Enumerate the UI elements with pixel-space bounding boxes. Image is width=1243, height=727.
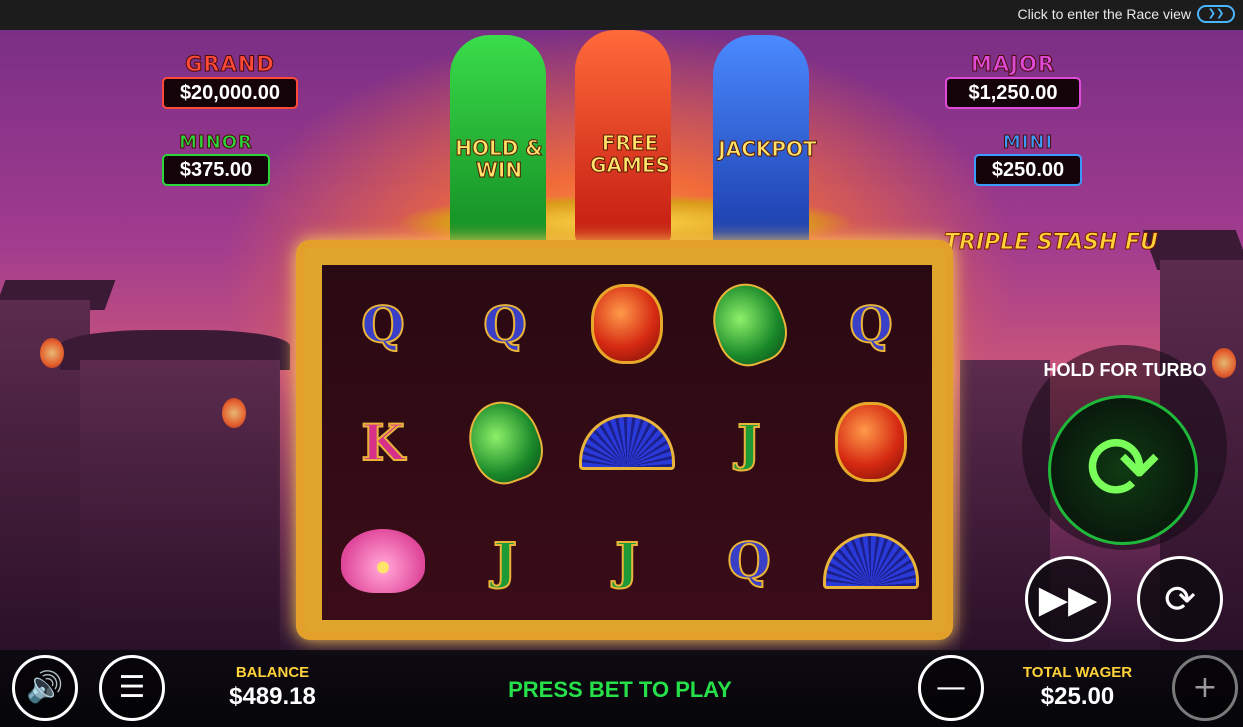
menu-button[interactable]: ☰ (99, 655, 165, 721)
jackpot-grand-value: $20,000.00 (162, 77, 298, 109)
lantern-icon (835, 402, 907, 483)
reel-cell (810, 383, 932, 501)
speaker-icon: 🔊 (26, 670, 64, 705)
reel-cell (566, 383, 688, 501)
jackpot-major-title: MAJOR (971, 52, 1055, 77)
minus-icon: — (936, 670, 966, 705)
jackpot-major-value: $1,250.00 (945, 77, 1081, 109)
reel-cell (444, 383, 566, 501)
fan-icon (823, 532, 919, 589)
sound-button[interactable]: 🔊 (12, 655, 78, 721)
double-chevron-right-icon[interactable]: ❯❯ (1197, 5, 1235, 23)
lantern-decoration (222, 398, 246, 428)
fast-forward-icon: ▶▶ (1038, 577, 1098, 621)
jackpot-label: JACKPOT (718, 137, 817, 161)
symbol-j: J (736, 412, 762, 473)
free-games-label: FREE GAMES (590, 131, 671, 177)
jackpot-major: MAJOR $1,250.00 (945, 52, 1081, 109)
symbol-q: Q (848, 294, 894, 355)
symbol-j: J (614, 530, 640, 591)
refresh-icon: ⟳ (1085, 416, 1161, 521)
spin-button[interactable]: ⟳ (1048, 395, 1198, 545)
lantern-decoration (1212, 348, 1236, 378)
lantern-decoration (40, 338, 64, 368)
reel-cell (688, 265, 810, 383)
jackpot-mini-title: MINI (1002, 132, 1054, 154)
plus-icon: + (1192, 670, 1218, 705)
reel-cell: J (688, 383, 810, 501)
total-wager-value: $25.00 (1040, 683, 1115, 710)
symbol-k: K (360, 412, 405, 473)
total-wager-label: TOTAL WAGER (1022, 664, 1133, 681)
pagoda-left (80, 360, 280, 650)
menu-icon: ☰ (118, 670, 146, 705)
jackpot-minor-value: $375.00 (162, 154, 270, 186)
symbol-q: Q (726, 530, 772, 591)
autoplay-button[interactable]: ⟳ (1137, 556, 1223, 642)
balance-label: BALANCE (235, 664, 310, 681)
lotus-icon (341, 528, 425, 593)
koi-fish-icon (702, 273, 796, 375)
reel-cell (322, 502, 444, 620)
increase-wager-button[interactable]: + (1172, 655, 1238, 721)
jackpot-grand-title: GRAND (185, 52, 275, 77)
reel-cell: Q (322, 265, 444, 383)
press-bet-prompt: PRESS BET TO PLAY (508, 677, 732, 702)
reel-cell: Q (444, 265, 566, 383)
race-view-link[interactable]: Click to enter the Race view (1017, 6, 1191, 22)
reel-cell: Q (688, 502, 810, 620)
reel-cell (810, 502, 932, 620)
autoplay-icon: ⟳ (1164, 577, 1196, 621)
symbol-j: J (492, 530, 518, 591)
reel-cell: J (566, 502, 688, 620)
reel-cell: J (444, 502, 566, 620)
fast-forward-button[interactable]: ▶▶ (1025, 556, 1111, 642)
lantern-icon (591, 284, 663, 365)
reel-cell (566, 265, 688, 383)
reel-cell: Q (810, 265, 932, 383)
fan-icon (579, 414, 675, 471)
symbol-q: Q (360, 294, 406, 355)
balance-value: $489.18 (229, 683, 316, 710)
koi-fish-icon (458, 391, 552, 493)
reel-grid: Q Q Q K J J J Q (322, 265, 932, 620)
symbol-q: Q (482, 294, 528, 355)
hold-win-label: HOLD & WIN (455, 136, 544, 182)
top-bar: Click to enter the Race view ❯❯ (0, 0, 1243, 30)
hold-for-turbo-label: HOLD FOR TURBO (1043, 360, 1207, 380)
game-logo: TRIPLE STASH FU (944, 230, 1159, 256)
jackpot-mini-value: $250.00 (974, 154, 1082, 186)
jackpot-minor-title: MINOR (179, 132, 253, 154)
jackpot-minor: MINOR $375.00 (162, 132, 270, 186)
reel-cell: K (322, 383, 444, 501)
jackpot-mini: MINI $250.00 (974, 132, 1082, 186)
decrease-wager-button[interactable]: — (918, 655, 984, 721)
jackpot-grand: GRAND $20,000.00 (162, 52, 298, 109)
